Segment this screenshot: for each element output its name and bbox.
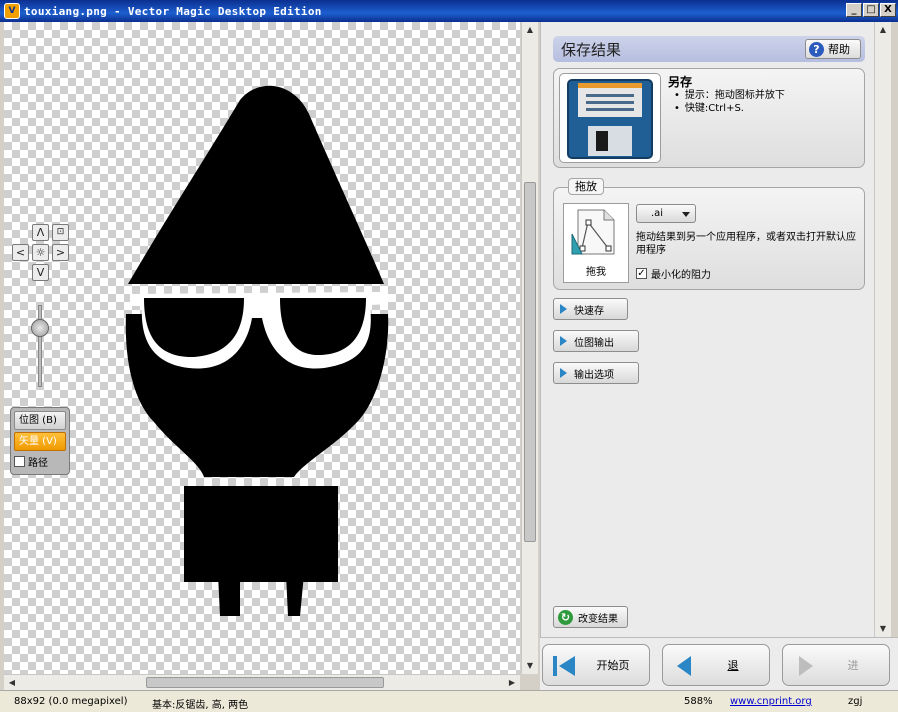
- canvas-vertical-scrollbar[interactable]: ▲ ▼: [521, 22, 538, 674]
- title-bar: V touxiang.png - Vector Magic Desktop Ed…: [0, 0, 898, 22]
- help-label: 帮助: [828, 43, 850, 56]
- canvas-vscroll-thumb[interactable]: [524, 182, 536, 542]
- minimize-resistance-label: 最小化的阻力: [651, 270, 711, 281]
- window-title: touxiang.png - Vector Magic Desktop Edit…: [24, 4, 322, 18]
- back-button[interactable]: 退: [662, 644, 770, 686]
- panel-header: 保存结果 ? 帮助: [553, 36, 865, 62]
- settings-summary: 基本:反锯齿, 高, 两色: [152, 700, 249, 711]
- refresh-icon: ↻: [558, 609, 573, 625]
- play-triangle-icon: [560, 336, 567, 346]
- drag-me-tile[interactable]: 拖我: [563, 203, 629, 283]
- user-label: zgj: [848, 696, 863, 707]
- zoom-slider-thumb[interactable]: [31, 319, 49, 338]
- drag-drop-legend: 拖放: [568, 178, 604, 195]
- scroll-down-icon[interactable]: ▼: [875, 621, 891, 637]
- vector-magic-icon: V: [4, 3, 20, 19]
- quick-save-label: 快速存: [574, 305, 604, 317]
- zoom-readout: 588%: [684, 696, 713, 707]
- right-leg: [286, 574, 304, 616]
- forward-button[interactable]: 进: [782, 644, 890, 686]
- output-options-label: 输出选项: [574, 369, 614, 381]
- navigation-pad: Λ ⊡ < ☼ > V: [12, 224, 72, 284]
- play-triangle-icon: [560, 368, 567, 378]
- forward-arrow-icon: [799, 656, 813, 676]
- pan-down-button[interactable]: V: [32, 264, 49, 281]
- back-label: 退: [727, 659, 739, 672]
- scroll-left-icon[interactable]: ◀: [4, 675, 20, 691]
- zoom-slider-track[interactable]: [38, 305, 42, 387]
- view-mode-panel: 位图 (B) 矢量 (V) 路径: [10, 407, 70, 475]
- scroll-down-icon[interactable]: ▼: [522, 658, 538, 674]
- left-leg: [218, 574, 240, 616]
- canvas-hscroll-thumb[interactable]: [146, 677, 384, 688]
- save-result-panel: 保存结果 ? 帮助 另存 提示：拖动图标并放下 快键:Ctrl+S.: [540, 22, 874, 637]
- drag-me-label: 拖我: [586, 267, 606, 278]
- website-link[interactable]: www.cnprint.org: [730, 696, 812, 707]
- format-dropdown[interactable]: .ai: [636, 204, 696, 223]
- wizard-navigation: 开始页 退 进: [540, 637, 898, 690]
- pan-left-button[interactable]: <: [12, 244, 29, 261]
- save-as-tip: 提示：拖动图标并放下: [674, 89, 785, 102]
- scroll-up-icon[interactable]: ▲: [875, 22, 891, 38]
- question-icon: ?: [809, 41, 824, 57]
- drag-drop-description: 拖动结果到另一个应用程序，或者双击打开默认应用程序: [636, 232, 856, 256]
- vector-artwork: [125, 85, 389, 616]
- save-as-tip: 快键:Ctrl+S.: [674, 102, 785, 115]
- panel-title: 保存结果: [561, 40, 622, 59]
- quick-save-button[interactable]: 快速存: [553, 298, 628, 320]
- home-label: 开始页: [596, 659, 630, 672]
- scroll-up-icon[interactable]: ▲: [522, 22, 538, 38]
- chevron-down-icon: [682, 212, 690, 217]
- forward-label: 进: [847, 659, 859, 672]
- bitmap-output-label: 位图输出: [574, 337, 614, 349]
- change-result-button[interactable]: ↻ 改变结果: [553, 606, 628, 628]
- help-button[interactable]: ? 帮助: [805, 39, 861, 59]
- canvas[interactable]: [4, 22, 520, 674]
- image-info: 88x92 (0.0 megapixel): [14, 696, 128, 707]
- vector-mode-button[interactable]: 矢量 (V): [14, 432, 66, 451]
- close-button[interactable]: X: [880, 3, 896, 17]
- status-bar: 88x92 (0.0 megapixel) 基本:反锯齿, 高, 两色 588%…: [0, 690, 898, 712]
- save-as-tips: 提示：拖动图标并放下 快键:Ctrl+S.: [674, 89, 785, 115]
- output-options-button[interactable]: 输出选项: [553, 362, 639, 384]
- play-triangle-icon: [560, 304, 567, 314]
- minimize-resistance-checkbox[interactable]: ✓: [636, 268, 647, 279]
- save-as-title: 另存: [668, 75, 693, 89]
- save-as-section: 另存 提示：拖动图标并放下 快键:Ctrl+S.: [553, 68, 865, 168]
- pan-right-button[interactable]: >: [52, 244, 69, 261]
- bitmap-output-button[interactable]: 位图输出: [553, 330, 639, 352]
- vector-drawing-icon: [571, 209, 615, 255]
- format-value: .ai: [651, 208, 664, 219]
- minimize-button[interactable]: _: [846, 3, 862, 17]
- zoom-fit-icon[interactable]: ⊡: [52, 224, 69, 241]
- change-result-label: 改变结果: [578, 613, 618, 625]
- window-controls: _ □ X: [846, 3, 896, 17]
- path-checkbox[interactable]: [14, 455, 25, 467]
- drag-drop-section: 拖放 拖我 .ai 拖动结果到另一个应用程序，或者双击打开默认应用程序 ✓ 最小…: [553, 178, 865, 290]
- scroll-right-icon[interactable]: ▶: [504, 675, 520, 691]
- panel-vertical-scrollbar[interactable]: ▲ ▼: [874, 22, 891, 637]
- minimize-resistance-toggle[interactable]: ✓ 最小化的阻力: [636, 266, 711, 281]
- pan-up-button[interactable]: Λ: [32, 224, 49, 241]
- center-view-icon[interactable]: ☼: [32, 244, 49, 261]
- body-block: [184, 486, 338, 582]
- back-arrow-icon: [677, 656, 691, 676]
- path-label: 路径: [28, 457, 48, 469]
- hat-shape: [128, 85, 384, 284]
- save-as-button[interactable]: [559, 73, 661, 163]
- home-button[interactable]: 开始页: [542, 644, 650, 686]
- maximize-button[interactable]: □: [863, 3, 879, 17]
- skip-back-icon: [553, 656, 575, 676]
- canvas-horizontal-scrollbar[interactable]: ◀ ▶: [4, 674, 520, 691]
- path-toggle[interactable]: 路径: [14, 453, 66, 469]
- floppy-disk-icon: [567, 79, 653, 159]
- bitmap-mode-button[interactable]: 位图 (B): [14, 411, 66, 430]
